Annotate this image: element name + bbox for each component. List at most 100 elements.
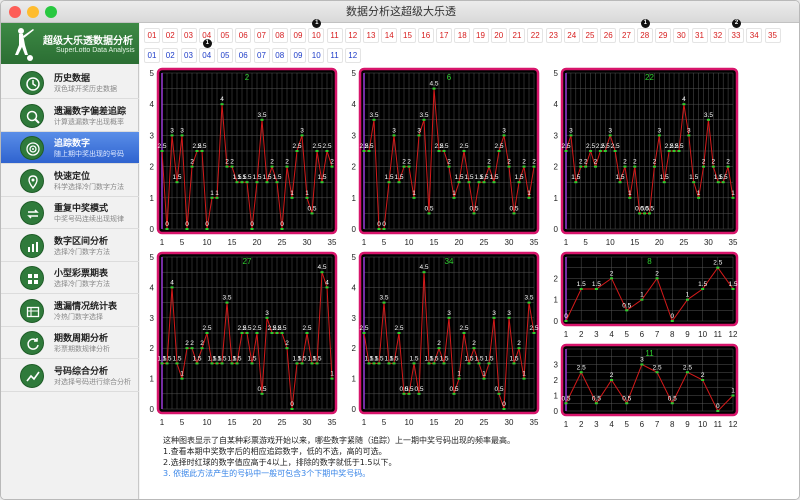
data-point xyxy=(721,181,725,184)
red-ball-05[interactable]: 05 xyxy=(217,28,233,43)
blue-ball-07[interactable]: 07 xyxy=(253,48,270,63)
data-point xyxy=(697,196,701,199)
y-tick-label: 4 xyxy=(150,100,155,109)
red-ball-14[interactable]: 14 xyxy=(381,28,398,43)
red-ball-03[interactable]: 03 xyxy=(180,28,197,43)
blue-ball-02[interactable]: 02 xyxy=(162,48,179,63)
data-point xyxy=(472,212,476,215)
red-ball-22[interactable]: 22 xyxy=(527,28,544,43)
sidebar-item-title: 小型彩票期表 xyxy=(54,269,109,279)
blue-ball-10[interactable]: 10 xyxy=(308,48,325,63)
data-label: 2 xyxy=(522,159,526,166)
data-point xyxy=(492,181,496,184)
red-ball-32[interactable]: 32 xyxy=(709,28,726,43)
red-ball-15[interactable]: 15 xyxy=(399,28,416,43)
red-ball-24[interactable]: 24 xyxy=(563,28,580,43)
red-ball-35[interactable]: 35 xyxy=(764,28,781,43)
data-point xyxy=(220,103,224,106)
data-point xyxy=(230,165,234,168)
red-ball-33[interactable]: 33 xyxy=(728,28,744,43)
x-tick-label: 6 xyxy=(640,420,645,429)
red-ball-12[interactable]: 12 xyxy=(344,28,361,43)
data-label: 2.5 xyxy=(277,325,286,332)
y-tick-label: 0 xyxy=(554,225,559,234)
data-label: 2.5 xyxy=(713,260,722,267)
data-label: 1.5 xyxy=(394,174,403,181)
red-ball-13[interactable]: 13 xyxy=(363,28,379,43)
data-point xyxy=(265,316,269,319)
blue-ball-01[interactable]: 01 xyxy=(144,48,160,63)
red-ball-02[interactable]: 02 xyxy=(162,28,179,43)
blue-ball-03[interactable]: 03 xyxy=(180,48,197,63)
red-ball-29[interactable]: 29 xyxy=(655,28,671,43)
data-point xyxy=(235,181,239,184)
red-ball-20[interactable]: 20 xyxy=(490,28,507,43)
data-point xyxy=(564,320,568,322)
blue-ball-08[interactable]: 08 xyxy=(271,48,288,63)
sidebar-item-7[interactable]: 小型彩票期表 选择冷门数字方法 xyxy=(1,262,139,294)
sidebar-item-4[interactable]: 快速定位 科学选择冷门数字方法 xyxy=(1,165,139,197)
data-label: 2.5 xyxy=(601,143,610,150)
red-ball-31[interactable]: 31 xyxy=(691,28,708,43)
red-ball-21[interactable]: 21 xyxy=(509,28,525,43)
data-label: 1.5 xyxy=(247,355,256,362)
sidebar-item-9[interactable]: 期数周期分析 彩票期数规律分析 xyxy=(1,327,139,359)
data-point xyxy=(377,228,381,230)
data-point xyxy=(487,165,491,168)
red-ball-19[interactable]: 19 xyxy=(472,28,489,43)
sidebar-item-6[interactable]: 数字区间分析 选择冷门数字方法 xyxy=(1,230,139,262)
red-ball-25[interactable]: 25 xyxy=(582,28,598,43)
red-ball-28[interactable]: 28 xyxy=(636,28,653,43)
data-label: 1.5 xyxy=(389,355,398,362)
data-point xyxy=(200,150,204,152)
red-ball-34[interactable]: 34 xyxy=(746,28,763,43)
blue-ball-05[interactable]: 05 xyxy=(217,48,233,63)
description-notes: 这种图表显示了自某种彩票游戏开始以来，哪些数字紧随（追踪）上一期中奖号码出现的频… xyxy=(163,435,783,479)
data-point xyxy=(392,134,396,137)
red-ball-17[interactable]: 17 xyxy=(436,28,452,43)
red-ball-08[interactable]: 08 xyxy=(271,28,288,43)
red-ball-30[interactable]: 30 xyxy=(673,28,690,43)
data-label: 2.5 xyxy=(494,143,503,150)
blue-ball-12[interactable]: 12 xyxy=(344,48,361,63)
y-tick-label: 3 xyxy=(150,131,155,140)
red-ball-18[interactable]: 18 xyxy=(454,28,471,43)
red-ball-06[interactable]: 06 xyxy=(235,28,252,43)
blue-ball-04[interactable]: 04 xyxy=(198,48,215,63)
data-point xyxy=(502,134,506,137)
blue-ball-11[interactable]: 11 xyxy=(326,48,343,63)
sidebar-item-8[interactable]: 遗漏情况统计表 冷热门数字选择 xyxy=(1,295,139,327)
data-point xyxy=(522,377,526,380)
data-label: 2 xyxy=(653,159,657,166)
blue-ball-06[interactable]: 06 xyxy=(235,48,252,63)
sidebar-item-2[interactable]: 遗漏数字偏差追踪 计算遗漏数字出现概率 xyxy=(1,100,139,132)
data-point xyxy=(706,118,710,121)
data-label: 2 xyxy=(230,159,234,166)
sidebar-item-1[interactable]: 历史数据 双色球开奖历史数据 xyxy=(1,67,139,99)
red-ball-27[interactable]: 27 xyxy=(618,28,635,43)
y-tick-label: 3 xyxy=(554,131,559,140)
x-tick-label: 5 xyxy=(180,238,185,247)
data-point xyxy=(160,150,164,152)
red-ball-09[interactable]: 09 xyxy=(290,28,306,43)
sidebar-item-10[interactable]: 号码综合分析 对选择号码进行综合分析 xyxy=(1,360,139,392)
red-ball-01[interactable]: 01 xyxy=(144,28,160,43)
data-label: 3.5 xyxy=(379,295,388,302)
data-label: 4 xyxy=(220,96,224,103)
red-ball-11[interactable]: 11 xyxy=(326,28,343,43)
x-tick-label: 30 xyxy=(505,418,514,427)
red-ball-26[interactable]: 26 xyxy=(600,28,617,43)
red-ball-10[interactable]: 10 xyxy=(308,28,325,43)
data-label: 1.5 xyxy=(242,174,251,181)
sidebar-item-3[interactable]: 追踪数字 随上期中奖出现的号码 xyxy=(1,132,139,164)
sidebar-item-title: 重复中奖模式 xyxy=(54,204,109,214)
red-ball-23[interactable]: 23 xyxy=(545,28,562,43)
blue-ball-09[interactable]: 09 xyxy=(290,48,306,63)
red-ball-07[interactable]: 07 xyxy=(253,28,270,43)
sidebar-item-5[interactable]: 重复中奖模式 中奖号码连续出现规律 xyxy=(1,197,139,229)
data-point xyxy=(716,410,720,412)
data-label: 3 xyxy=(507,310,511,317)
red-ball-16[interactable]: 16 xyxy=(417,28,434,43)
y-tick-label: 5 xyxy=(150,253,155,262)
data-label: 1 xyxy=(527,190,531,197)
